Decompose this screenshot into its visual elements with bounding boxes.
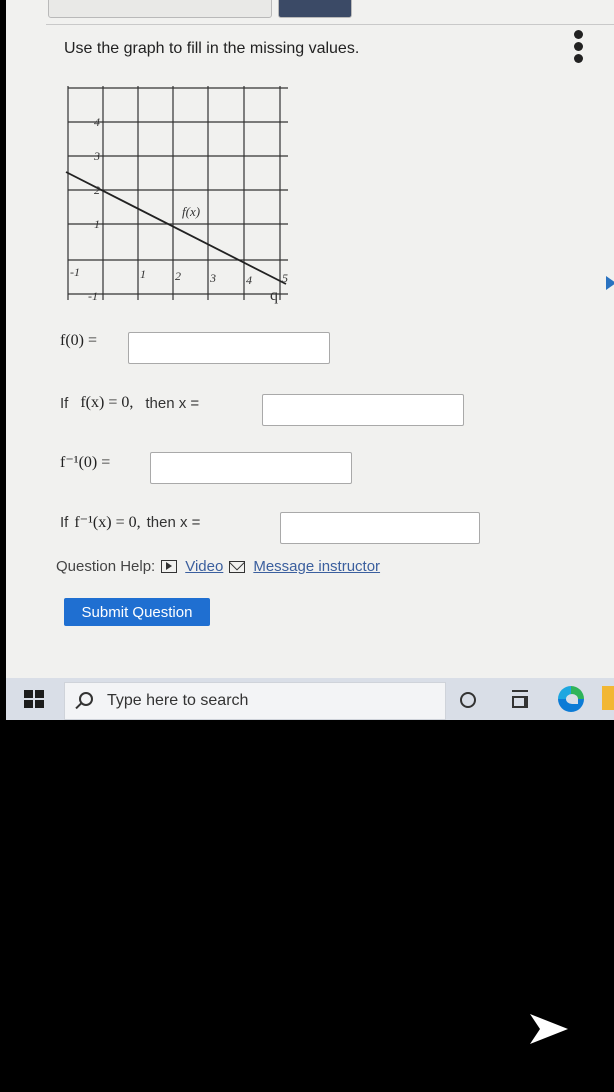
- top-tab[interactable]: [48, 0, 272, 18]
- folder-icon[interactable]: [602, 686, 614, 710]
- next-arrow-icon[interactable]: [528, 1008, 570, 1050]
- mail-icon: [229, 560, 246, 573]
- question-2-prefix: If: [60, 394, 69, 412]
- taskbar: Type here to search: [6, 678, 614, 720]
- question-4-prefix: If: [60, 513, 69, 531]
- video-link[interactable]: Video: [185, 558, 223, 575]
- video-icon: [161, 560, 178, 573]
- question-4: If f⁻¹(x) = 0, then x =: [60, 512, 200, 532]
- function-graph: 4 3 2 1 -1 -1 1 2 3 4 5 f(x) q: [65, 86, 288, 304]
- x-tick-2: 2: [175, 269, 181, 283]
- question-help: Question Help: Video Message instructor: [56, 558, 380, 575]
- edge-icon[interactable]: [558, 686, 584, 712]
- question-2-expr: f(x) = 0,: [80, 394, 134, 411]
- answer-input-3[interactable]: [150, 452, 352, 484]
- question-4-suffix: then x =: [146, 513, 201, 531]
- instruction-text: Use the graph to fill in the missing val…: [64, 40, 360, 57]
- x-tick-4: 4: [246, 273, 252, 287]
- question-2: If f(x) = 0, then x =: [60, 394, 199, 412]
- more-icon[interactable]: [572, 30, 584, 66]
- y-tick-2: 2: [94, 183, 100, 197]
- divider: [46, 24, 614, 25]
- taskbar-search[interactable]: Type here to search: [64, 682, 446, 720]
- windows-start-icon[interactable]: [24, 690, 44, 708]
- y-tick-3: 3: [93, 149, 100, 163]
- y-tick-neg1: -1: [88, 289, 98, 303]
- function-label: f(x): [182, 204, 200, 219]
- top-tab-active[interactable]: [278, 0, 352, 18]
- marker-label: q: [270, 287, 278, 304]
- answer-input-1[interactable]: [128, 332, 330, 364]
- answer-input-2[interactable]: [262, 394, 464, 426]
- y-tick-4: 4: [94, 115, 100, 129]
- side-arrow-icon[interactable]: [606, 276, 614, 290]
- question-3: f⁻¹(0) =: [60, 452, 110, 472]
- cortana-icon[interactable]: [460, 692, 476, 708]
- answer-input-4[interactable]: [280, 512, 480, 544]
- x-tick-3: 3: [209, 271, 216, 285]
- search-placeholder: Type here to search: [107, 692, 249, 709]
- x-tick-5: 5: [282, 271, 288, 285]
- question-3-expr: f⁻¹(0) =: [60, 454, 111, 471]
- y-tick-1: 1: [94, 217, 100, 231]
- x-tick-1: 1: [140, 267, 146, 281]
- question-1-expr: f(0) =: [60, 332, 98, 349]
- question-1: f(0) =: [60, 332, 97, 350]
- x-tick-neg1: -1: [70, 265, 80, 279]
- message-instructor-link[interactable]: Message instructor: [253, 558, 380, 575]
- question-page: Use the graph to fill in the missing val…: [6, 0, 614, 678]
- question-2-suffix: then x =: [145, 394, 200, 412]
- question-help-label: Question Help:: [56, 558, 156, 575]
- task-view-icon[interactable]: [512, 690, 528, 708]
- submit-question-button[interactable]: Submit Question: [64, 598, 210, 626]
- screen: Use the graph to fill in the missing val…: [6, 0, 614, 720]
- question-4-expr: f⁻¹(x) = 0,: [74, 514, 141, 531]
- search-icon: [79, 692, 93, 706]
